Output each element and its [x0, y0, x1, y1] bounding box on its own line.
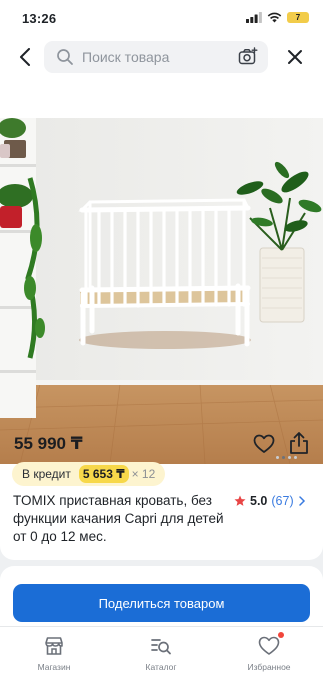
share-product-button[interactable]: Поделиться товаром [13, 584, 310, 622]
heart-icon [258, 632, 284, 657]
chevron-left-icon [20, 48, 30, 66]
tab-catalog[interactable]: Каталог [121, 635, 201, 672]
carousel-dot [288, 456, 291, 459]
product-price: 55 990 ₸ [14, 434, 83, 453]
tab-label: Магазин [37, 662, 71, 672]
notification-dot [278, 632, 284, 638]
review-count[interactable]: (67) [271, 494, 293, 508]
share-button-icon[interactable] [288, 431, 310, 455]
search-icon [56, 48, 74, 66]
shop-icon [43, 635, 65, 657]
favorite-button[interactable] [253, 433, 275, 455]
share-card: Поделиться товаром [0, 566, 323, 626]
carousel-dot [276, 456, 279, 459]
wifi-icon [267, 12, 282, 23]
bottom-tab-bar: Магазин Каталог Избранное [0, 626, 323, 698]
status-bar: 13:26 7 [0, 0, 323, 34]
carousel-dot [294, 456, 297, 459]
status-time: 13:26 [22, 11, 57, 26]
close-button[interactable] [283, 45, 307, 69]
carousel-dot-active [282, 456, 285, 459]
signal-icon [246, 12, 262, 23]
product-rating[interactable]: 5.0 (67) [234, 494, 306, 508]
credit-badge[interactable]: В кредит 5 653 ₸ × 12 [12, 462, 166, 486]
product-photo[interactable] [0, 118, 323, 464]
search-input[interactable] [82, 49, 222, 65]
star-icon [234, 495, 246, 507]
credit-amount: 5 653 ₸ [78, 465, 129, 483]
heart-icon [253, 434, 275, 453]
back-button[interactable] [12, 44, 38, 70]
tab-label: Каталог [145, 662, 177, 672]
product-card: 55 990 ₸ В кредит 5 653 ₸ × 12 TOMIX при… [0, 82, 323, 560]
carousel-dots [276, 456, 297, 459]
rating-value: 5.0 [250, 494, 268, 508]
credit-months: × 12 [131, 467, 156, 481]
tab-label: Избранное [247, 662, 291, 672]
catalog-search-icon [150, 635, 172, 657]
tab-favorites[interactable]: Избранное [229, 632, 309, 672]
share-icon [290, 432, 308, 454]
battery-icon: 7 [287, 12, 309, 23]
status-icons: 7 [246, 12, 309, 23]
top-bar [0, 34, 323, 82]
credit-label: В кредит [22, 467, 71, 481]
chevron-right-icon [298, 496, 306, 506]
tab-shop[interactable]: Магазин [14, 635, 94, 672]
camera-search-icon[interactable] [238, 47, 258, 67]
close-icon [288, 50, 302, 64]
search-box[interactable] [44, 41, 268, 73]
product-title: TOMIX приставная кровать, без функции ка… [13, 493, 224, 544]
